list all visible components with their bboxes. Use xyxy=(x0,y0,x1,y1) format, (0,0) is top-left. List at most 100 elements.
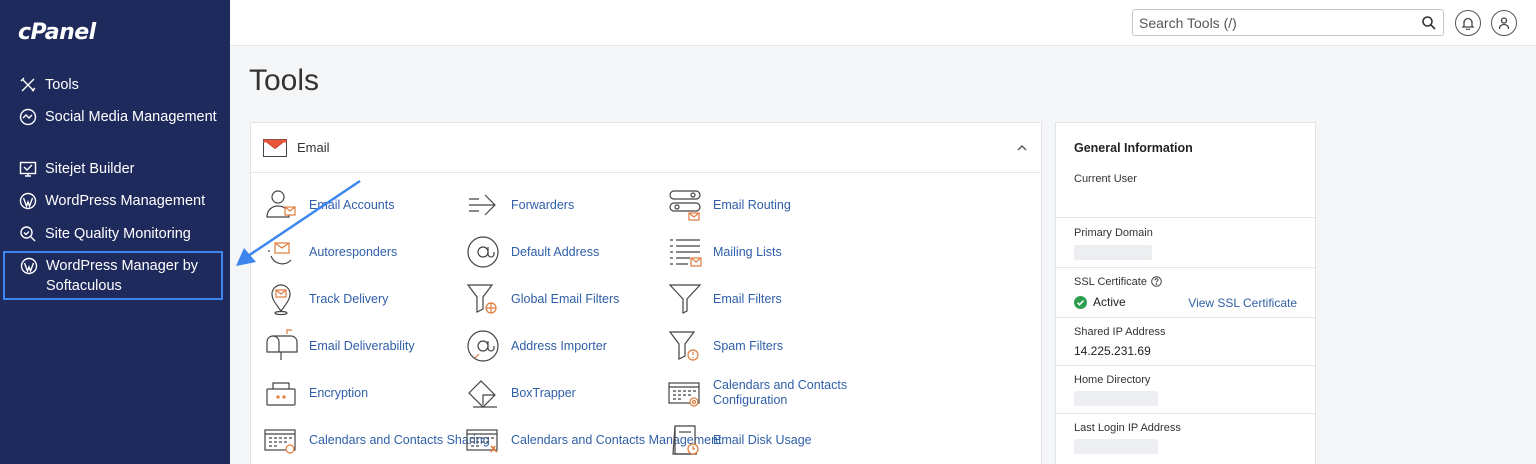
tool-global-email-filters[interactable]: Global Email Filters xyxy=(465,281,619,317)
tool-autoresponders[interactable]: Autoresponders xyxy=(263,234,397,270)
last-login-label: Last Login IP Address xyxy=(1074,422,1181,434)
ssl-status: Active xyxy=(1074,295,1126,309)
search-icon[interactable] xyxy=(1421,15,1437,31)
tool-email-filters[interactable]: Email Filters xyxy=(667,281,782,317)
mailing-lists-icon xyxy=(670,239,702,267)
tool-label: Global Email Filters xyxy=(511,291,620,306)
user-menu-button[interactable] xyxy=(1491,10,1517,36)
tool-address-importer[interactable]: Address Importer xyxy=(465,328,607,364)
search-box xyxy=(1132,9,1444,36)
redacted-value xyxy=(1074,391,1158,406)
email-panel: Email Email Accounts Autoresponders Trac… xyxy=(250,122,1042,464)
highlight-box xyxy=(3,251,223,300)
shared-ip-value: 14.225.231.69 xyxy=(1074,344,1151,358)
tool-calendar-config[interactable]: Calendars and Contacts Configuration xyxy=(667,375,853,411)
tool-email-routing[interactable]: Email Routing xyxy=(667,187,791,223)
tool-label: Email Accounts xyxy=(309,197,395,212)
current-user-label: Current User xyxy=(1074,173,1137,185)
email-panel-title: Email xyxy=(297,140,330,155)
forwarders-icon xyxy=(469,194,496,216)
primary-domain-row: Primary Domain xyxy=(1056,217,1315,267)
sidebar-item-sitejet[interactable]: Sitejet Builder xyxy=(18,159,223,179)
tool-label: Email Routing xyxy=(713,197,791,212)
tool-email-disk-usage[interactable]: Email Disk Usage xyxy=(667,422,812,458)
tool-email-deliverability[interactable]: Email Deliverability xyxy=(263,328,415,364)
calendar-management-icon xyxy=(466,429,498,453)
cpanel-logo[interactable]: cPanel xyxy=(18,20,96,45)
user-icon xyxy=(1498,17,1510,30)
default-address-icon xyxy=(467,236,499,268)
sidebar-item-label: Site Quality Monitoring xyxy=(45,226,191,242)
calendar-sharing-icon xyxy=(264,429,296,454)
tool-label: Forwarders xyxy=(511,197,575,212)
ssl-status-text: Active xyxy=(1093,295,1126,309)
sidebar-item-tools[interactable]: Tools xyxy=(18,75,223,95)
envelope-icon xyxy=(263,139,287,157)
tool-label: Calendars and Contacts Configuration xyxy=(713,378,848,407)
spam-filters-icon xyxy=(668,331,699,361)
search-input[interactable] xyxy=(1139,14,1419,32)
wordpress-icon xyxy=(18,191,38,211)
sidebar-item-label: Social Media Management xyxy=(45,109,217,125)
tool-spam-filters[interactable]: Spam Filters xyxy=(667,328,783,364)
calendar-config-icon xyxy=(668,382,700,407)
help-icon[interactable] xyxy=(1151,276,1162,287)
boxtrapper-icon xyxy=(468,380,497,408)
ssl-row: SSL Certificate Active View SSL Certific… xyxy=(1056,267,1315,317)
home-directory-row: Home Directory xyxy=(1056,365,1315,413)
site-quality-icon xyxy=(18,224,38,244)
address-importer-icon xyxy=(467,330,499,362)
tool-label: Track Delivery xyxy=(309,291,389,306)
tool-label: Mailing Lists xyxy=(713,244,782,259)
shared-ip-row: Shared IP Address 14.225.231.69 xyxy=(1056,317,1315,365)
email-disk-usage-icon xyxy=(672,425,699,455)
view-ssl-certificate-link[interactable]: View SSL Certificate xyxy=(1188,296,1297,310)
email-filters-icon xyxy=(668,284,702,314)
autoresponders-icon xyxy=(268,242,292,265)
shared-ip-label: Shared IP Address xyxy=(1074,326,1166,338)
global-email-filters-icon xyxy=(466,284,497,314)
tool-label: Spam Filters xyxy=(713,338,784,353)
tool-email-accounts[interactable]: Email Accounts xyxy=(263,187,394,223)
tool-label: Email Deliverability xyxy=(309,338,415,353)
sidebar-item-social-media[interactable]: Social Media Management xyxy=(18,107,223,127)
notifications-button[interactable] xyxy=(1455,10,1481,36)
check-circle-icon xyxy=(1074,295,1087,309)
last-login-row: Last Login IP Address xyxy=(1056,413,1315,464)
home-directory-label: Home Directory xyxy=(1074,374,1151,386)
tool-boxtrapper[interactable]: BoxTrapper xyxy=(465,375,576,411)
encryption-icon xyxy=(266,382,296,406)
tool-encryption[interactable]: Encryption xyxy=(263,375,368,411)
general-info-title: General Information xyxy=(1074,141,1193,155)
track-delivery-icon xyxy=(271,284,291,316)
primary-domain-label: Primary Domain xyxy=(1074,227,1153,239)
email-accounts-icon xyxy=(266,190,296,218)
sidebar-item-wordpress-management[interactable]: WordPress Management xyxy=(18,191,223,211)
sidebar-item-label: Tools xyxy=(45,77,79,93)
tool-label: Calendars and Contacts Sharing xyxy=(309,432,490,447)
top-bar xyxy=(230,0,1536,46)
email-routing-icon xyxy=(669,190,701,221)
page-title: Tools xyxy=(249,64,320,97)
tool-label: Encryption xyxy=(309,385,369,400)
general-info-panel: General Information Current User Primary… xyxy=(1055,122,1316,464)
tool-label: BoxTrapper xyxy=(511,385,576,400)
redacted-value xyxy=(1074,245,1152,260)
tool-mailing-lists[interactable]: Mailing Lists xyxy=(667,234,782,270)
tool-forwarders[interactable]: Forwarders xyxy=(465,187,574,223)
sidebar-item-label: Sitejet Builder xyxy=(45,161,135,177)
sidebar-item-label: WordPress Management xyxy=(45,193,206,209)
sitejet-icon xyxy=(18,159,38,179)
sidebar: cPanel Tools Social Media Management Sit… xyxy=(0,0,230,464)
tool-label: Autoresponders xyxy=(309,244,398,259)
chevron-up-icon[interactable] xyxy=(1015,141,1029,155)
tools-icon xyxy=(18,75,38,95)
sidebar-item-site-quality[interactable]: Site Quality Monitoring xyxy=(18,224,223,244)
tool-calendar-sharing[interactable]: Calendars and Contacts Sharing xyxy=(263,422,490,458)
tool-track-delivery[interactable]: Track Delivery xyxy=(263,281,388,317)
tool-default-address[interactable]: Default Address xyxy=(465,234,599,270)
email-panel-header[interactable]: Email xyxy=(251,123,1041,173)
bell-icon xyxy=(1461,17,1475,30)
social-media-icon xyxy=(18,107,38,127)
ssl-label: SSL Certificate xyxy=(1074,276,1162,288)
